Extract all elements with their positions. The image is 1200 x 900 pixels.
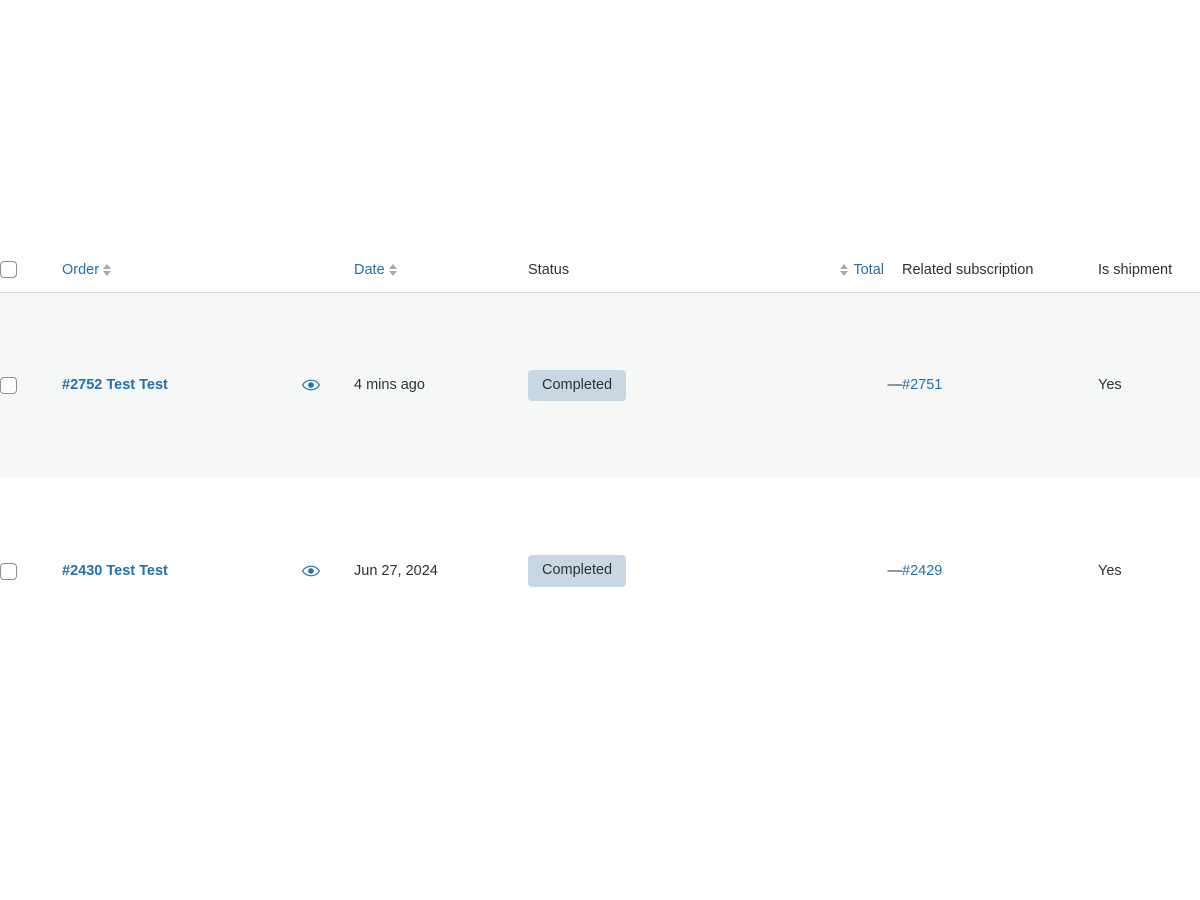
orders-list-page: Order Date Status Total Related subscrip… [0, 0, 1200, 900]
column-header-is-shipment-label: Is shipment [1098, 261, 1173, 278]
status-cell: Completed [528, 478, 828, 664]
row-select-cell [0, 478, 44, 664]
order-cell: #2752 Test Test [44, 292, 300, 478]
date-cell: Jun 27, 2024 [354, 563, 438, 579]
select-all-checkbox[interactable] [0, 261, 17, 279]
column-header-related-subscription: Related subscription [902, 248, 1098, 293]
column-header-order: Order [44, 248, 300, 293]
header-row: Order Date Status Total Related subscrip… [0, 248, 1200, 293]
order-cell: #2430 Test Test [44, 478, 300, 664]
table-row[interactable]: #2430 Test Test Jun 27, 2024 Completed — [0, 478, 1200, 664]
status-badge: Completed [528, 369, 627, 401]
is-shipment-cell: Yes [1098, 563, 1122, 579]
table-row[interactable]: #2752 Test Test 4 mins ago Completed — #… [0, 292, 1200, 478]
status-badge: Completed [528, 555, 627, 587]
sort-arrows-icon[interactable] [103, 263, 112, 276]
row-select-checkbox[interactable] [0, 562, 17, 580]
column-header-status: Status [528, 248, 828, 293]
related-subscription-link[interactable]: #2751 [902, 377, 942, 393]
row-select-checkbox[interactable] [0, 376, 17, 394]
order-link[interactable]: #2430 Test Test [44, 563, 168, 579]
sort-date-link[interactable]: Date [354, 262, 385, 278]
column-header-status-label: Status [528, 261, 570, 278]
related-subscription-cell: #2751 [902, 292, 1098, 478]
sort-order-link[interactable]: Order [62, 262, 99, 278]
total-cell: — [887, 563, 903, 579]
orders-table: Order Date Status Total Related subscrip… [0, 248, 1200, 664]
order-link[interactable]: #2752 Test Test [44, 377, 168, 393]
column-header-date: Date [354, 248, 528, 293]
orders-table-header: Order Date Status Total Related subscrip… [0, 248, 1200, 293]
status-cell: Completed [528, 292, 828, 478]
total-cell: — [887, 377, 903, 394]
related-subscription-link[interactable]: #2429 [902, 563, 942, 579]
related-subscription-cell: #2429 [902, 478, 1098, 664]
preview-cell [300, 478, 354, 664]
eye-icon[interactable] [300, 562, 322, 580]
sort-arrows-icon[interactable] [840, 263, 849, 276]
date-cell: 4 mins ago [354, 377, 425, 394]
sort-arrows-icon[interactable] [388, 263, 398, 276]
sort-total-link[interactable]: Total [853, 262, 884, 278]
column-header-total: Total [828, 248, 902, 293]
orders-table-body: #2752 Test Test 4 mins ago Completed — #… [0, 292, 1200, 664]
column-header-related-subscription-label: Related subscription [902, 261, 1034, 278]
row-select-cell [0, 292, 44, 478]
column-header-preview [300, 248, 354, 293]
column-header-select-all [0, 248, 44, 293]
column-header-is-shipment: Is shipment [1098, 248, 1200, 293]
preview-cell [300, 292, 354, 478]
is-shipment-cell: Yes [1098, 377, 1122, 394]
eye-icon[interactable] [300, 376, 322, 394]
